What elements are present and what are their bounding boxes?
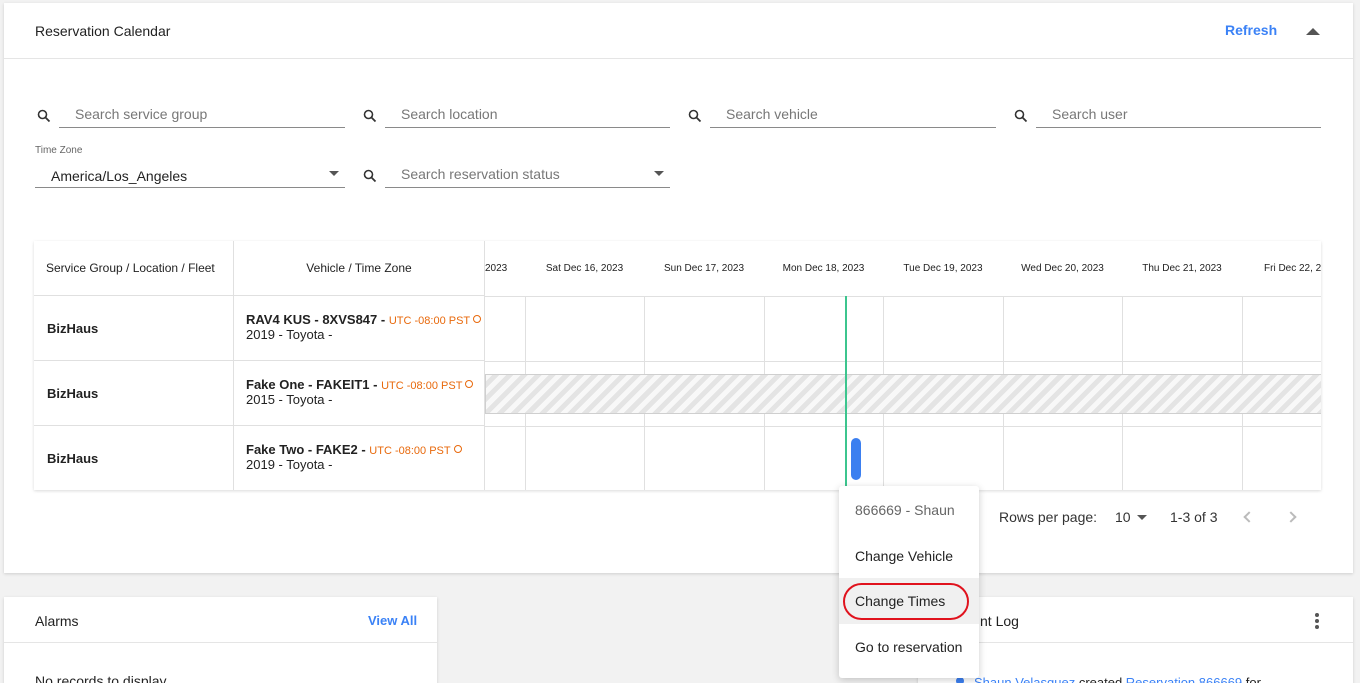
chevron-left-icon	[1243, 511, 1255, 523]
next-page-button[interactable]	[1285, 509, 1302, 525]
more-options-icon[interactable]	[1312, 611, 1322, 631]
menu-item-change-times[interactable]: Change Times	[839, 578, 979, 624]
current-time-line	[845, 296, 847, 490]
table-row: BizHaus	[34, 361, 234, 426]
service-group-name: BizHaus	[47, 386, 99, 401]
clock-icon	[465, 380, 474, 388]
day-header: Wed Dec 20, 2023	[1021, 263, 1104, 274]
alarms-card: Alarms View All No records to display	[4, 597, 437, 683]
header-divider	[485, 296, 1321, 297]
previous-page-button[interactable]	[1240, 509, 1256, 525]
search-icon	[363, 109, 377, 123]
vehicle-cell: Fake Two - FAKE2 - UTC -08:00 PST 2019 -…	[234, 426, 485, 490]
user-field	[1036, 102, 1321, 128]
service-group-column-header: Service Group / Location / Fleet	[34, 241, 234, 296]
collapse-button[interactable]	[1304, 25, 1322, 37]
clock-icon	[473, 315, 482, 323]
vehicle-name-line: RAV4 KUS - 8XVS847 - UTC -08:00 PST	[246, 312, 482, 327]
location-field	[385, 102, 670, 128]
day-header: Thu Dec 21, 2023	[1142, 263, 1222, 274]
vehicle-timezone: UTC -08:00 PST	[369, 445, 451, 457]
rows-per-page-label: Rows per page:	[999, 509, 1098, 525]
event-log-title: nt Log	[980, 613, 1019, 629]
vehicle-details: 2015 - Toyota -	[246, 392, 333, 407]
search-icon	[1014, 109, 1028, 123]
search-icon	[37, 109, 51, 123]
service-group-name: BizHaus	[47, 321, 99, 336]
service-group-search-input[interactable]	[59, 102, 345, 126]
event-action: created	[1075, 675, 1126, 683]
calendar-title: Reservation Calendar	[35, 23, 171, 39]
refresh-button[interactable]: Refresh	[1225, 22, 1277, 38]
chevron-right-icon	[1285, 511, 1297, 523]
alarms-header: Alarms View All	[4, 597, 437, 643]
view-all-button[interactable]: View All	[368, 613, 417, 628]
reservation-status-search-input[interactable]	[385, 162, 670, 186]
unavailable-block	[485, 374, 1321, 414]
vehicle-name-line: Fake Two - FAKE2 - UTC -08:00 PST	[246, 442, 462, 457]
row-divider	[485, 361, 1321, 362]
location-search-input[interactable]	[385, 102, 670, 126]
vehicle-details: 2019 - Toyota -	[246, 457, 333, 472]
menu-header: 866669 - Shaun	[855, 502, 955, 518]
caret-down-icon	[329, 171, 339, 176]
timezone-label: Time Zone	[35, 145, 83, 156]
table-row: BizHaus	[34, 296, 234, 361]
vehicle-timezone: UTC -08:00 PST	[381, 380, 463, 392]
vehicle-cell: RAV4 KUS - 8XVS847 - UTC -08:00 PST 2019…	[234, 296, 485, 361]
menu-item-go-to-reservation[interactable]: Go to reservation	[839, 624, 979, 670]
no-records-text: No records to display	[35, 673, 167, 683]
reservation-status-field	[385, 162, 670, 188]
event-log-card: nt Log Shaun Velasquez created Reservati…	[918, 597, 1353, 683]
day-header: Mon Dec 18, 2023	[782, 263, 865, 274]
day-header: 2023	[485, 263, 508, 274]
vehicle-search-input[interactable]	[710, 102, 996, 126]
vehicle-name-line: Fake One - FAKEIT1 - UTC -08:00 PST	[246, 377, 474, 392]
event-reservation-link[interactable]: Reservation 866669	[1126, 675, 1242, 683]
service-group-field	[59, 102, 345, 128]
service-group-name: BizHaus	[47, 451, 99, 466]
vehicle-field	[710, 102, 996, 128]
vehicle-cell: Fake One - FAKEIT1 - UTC -08:00 PST 2015…	[234, 361, 485, 426]
user-search-input[interactable]	[1036, 102, 1321, 126]
pagination-range: 1-3 of 3	[1170, 509, 1218, 525]
chevron-up-icon	[1306, 27, 1320, 35]
event-user-link[interactable]: Shaun Velasquez	[974, 675, 1075, 683]
vehicle-timezone: UTC -08:00 PST	[388, 315, 471, 327]
event-suffix: for	[1242, 675, 1261, 683]
vehicle-details: 2019 - Toyota -	[246, 327, 333, 342]
calendar-header: Reservation Calendar Refresh	[4, 3, 1353, 59]
caret-down-icon	[1137, 515, 1147, 520]
vehicle-name: Fake Two - FAKE2	[246, 442, 358, 457]
vehicle-name: Fake One - FAKEIT1	[246, 377, 370, 392]
rows-per-page-select[interactable]: 10	[1115, 503, 1161, 531]
clock-icon	[453, 445, 462, 453]
timezone-value: America/Los_Angeles	[51, 168, 188, 184]
search-icon	[688, 109, 702, 123]
vehicle-name: RAV4 KUS - 8XVS847	[246, 312, 378, 327]
search-icon	[363, 169, 377, 183]
vehicle-column-header: Vehicle / Time Zone	[234, 241, 485, 296]
reservation-grid: Service Group / Location / Fleet Vehicle…	[34, 241, 1321, 490]
event-entry: Shaun Velasquez created Reservation 8666…	[974, 675, 1261, 683]
day-header: Fri Dec 22, 2023	[1264, 263, 1321, 274]
reservation-block[interactable]	[851, 438, 861, 480]
timezone-select[interactable]: America/Los_Angeles	[35, 162, 345, 188]
reservation-calendar-card: Reservation Calendar Refresh Time Zone A…	[4, 3, 1353, 573]
caret-down-icon[interactable]	[654, 171, 664, 176]
alarms-title: Alarms	[35, 613, 79, 629]
table-row: BizHaus	[34, 426, 234, 490]
day-header: Tue Dec 19, 2023	[903, 263, 983, 274]
day-header: Sat Dec 16, 2023	[545, 263, 624, 274]
row-divider	[485, 426, 1321, 427]
menu-item-change-vehicle[interactable]: Change Vehicle	[839, 533, 979, 579]
day-header: Sun Dec 17, 2023	[663, 263, 745, 274]
rows-per-page-value: 10	[1115, 509, 1131, 525]
event-log-header: nt Log	[918, 597, 1353, 643]
reservation-context-menu: 866669 - Shaun Change Vehicle Change Tim…	[839, 486, 979, 678]
